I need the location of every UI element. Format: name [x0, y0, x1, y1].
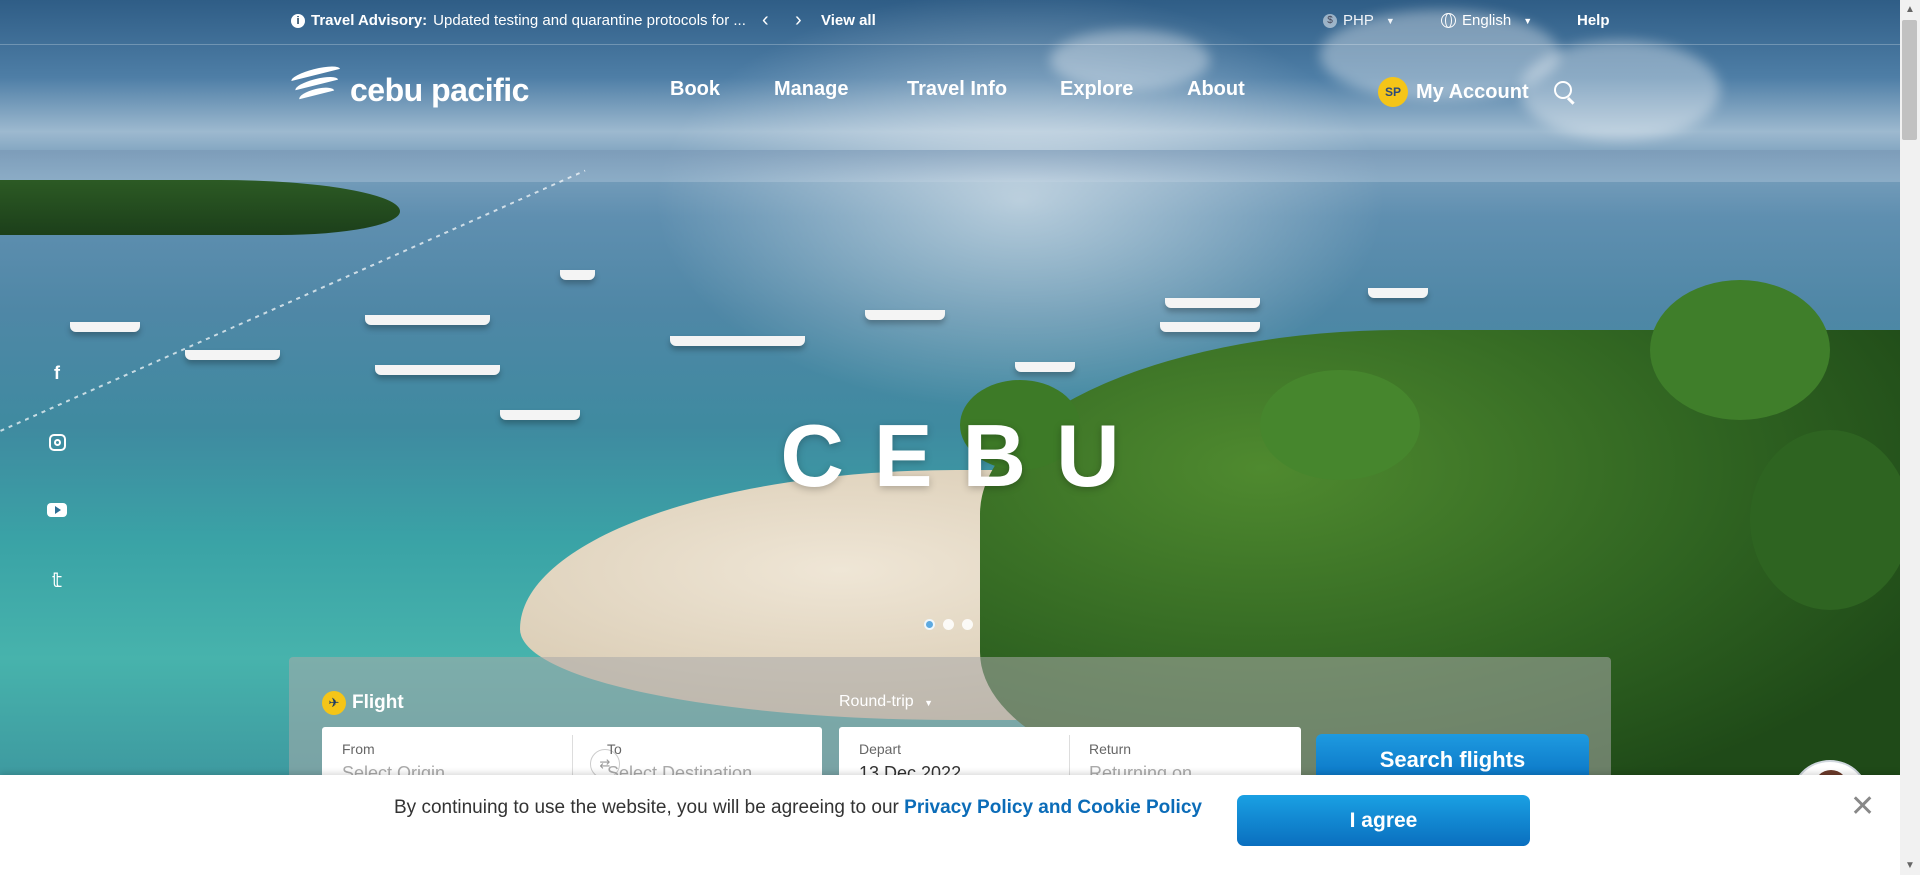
nav-manage[interactable]: Manage: [774, 78, 848, 101]
nav-travel-info[interactable]: Travel Info: [907, 78, 1007, 101]
twitter-icon[interactable]: 𝕥: [46, 568, 68, 593]
my-account-button[interactable]: SP My Account: [1378, 77, 1529, 107]
cookie-message: By continuing to use the website, you wi…: [394, 797, 905, 818]
trip-type-select[interactable]: Round-trip ▼: [839, 693, 933, 711]
scroll-up-icon[interactable]: ▲: [1905, 4, 1915, 15]
view-all-link[interactable]: View all: [821, 12, 876, 29]
plane-icon: ✈: [322, 691, 346, 715]
nav-about[interactable]: About: [1187, 78, 1245, 101]
carousel-dots: [924, 619, 973, 630]
help-link[interactable]: Help: [1577, 12, 1610, 29]
close-icon[interactable]: ✕: [1850, 789, 1875, 824]
cookie-consent-bar: By continuing to use the website, you wi…: [0, 775, 1900, 875]
booking-panel: ✈ Flight Round-trip ▼ From Select Origin…: [289, 657, 1611, 783]
trip-type-value: Round-trip: [839, 693, 914, 710]
chevron-down-icon: ▼: [1523, 15, 1533, 26]
privacy-policy-link[interactable]: Privacy Policy and Cookie Policy: [904, 797, 1202, 818]
date-fields: Depart 13 Dec 2022 Return Returning on: [839, 727, 1301, 783]
currency-value: PHP: [1343, 12, 1374, 29]
currency-icon: $: [1323, 13, 1337, 28]
language-selector[interactable]: English ▼: [1441, 12, 1532, 29]
depart-field[interactable]: Depart 13 Dec 2022: [839, 727, 1069, 783]
avatar: SP: [1378, 77, 1408, 107]
info-icon: i: [291, 13, 305, 28]
tab-flight[interactable]: ✈ Flight: [322, 691, 404, 715]
language-value: English: [1462, 12, 1512, 29]
currency-selector[interactable]: $ PHP ▼: [1323, 12, 1395, 29]
search-icon[interactable]: [1554, 81, 1572, 99]
return-label: Return: [1089, 741, 1132, 757]
tab-flight-label: Flight: [352, 692, 404, 713]
facebook-icon[interactable]: f: [46, 363, 68, 384]
return-field[interactable]: Return Returning on: [1069, 727, 1301, 783]
route-fields: From Select Origin ⇄ To Select Destinati…: [322, 727, 822, 783]
advisory-text[interactable]: Updated testing and quarantine protocols…: [433, 12, 746, 29]
globe-icon: [1441, 13, 1456, 28]
cookie-text: By continuing to use the website, you wi…: [394, 797, 1202, 819]
my-account-label: My Account: [1416, 80, 1529, 103]
from-field[interactable]: From Select Origin: [322, 727, 572, 783]
carousel-dot-2[interactable]: [943, 619, 954, 630]
chevron-right-icon[interactable]: ›: [795, 10, 802, 30]
carousel-dot-3[interactable]: [962, 619, 973, 630]
to-label: To: [607, 741, 622, 757]
chevron-down-icon: ▼: [924, 698, 934, 708]
scrollbar-thumb[interactable]: [1902, 20, 1917, 140]
to-field[interactable]: To Select Destination: [587, 727, 822, 783]
utility-bar: i Travel Advisory: Updated testing and q…: [0, 0, 1900, 45]
logo-text: cebu pacific: [350, 72, 529, 108]
cebu-pacific-logo[interactable]: cebu pacific: [290, 62, 529, 109]
logo-swoosh-icon: [290, 62, 346, 107]
travel-advisory[interactable]: i Travel Advisory: Updated testing and q…: [291, 12, 746, 29]
depart-label: Depart: [859, 741, 902, 757]
hero-title: CEBU: [780, 406, 1150, 505]
advisory-label: Travel Advisory:: [311, 12, 428, 29]
from-label: From: [342, 741, 375, 757]
i-agree-button[interactable]: I agree: [1237, 795, 1530, 846]
chevron-left-icon[interactable]: ‹: [762, 10, 769, 30]
scroll-down-icon[interactable]: ▼: [1905, 860, 1915, 871]
nav-book[interactable]: Book: [670, 78, 720, 101]
chevron-down-icon: ▼: [1385, 15, 1395, 26]
nav-explore[interactable]: Explore: [1060, 78, 1133, 101]
search-flights-button[interactable]: Search flights: [1316, 734, 1589, 777]
carousel-dot-1[interactable]: [924, 619, 935, 630]
